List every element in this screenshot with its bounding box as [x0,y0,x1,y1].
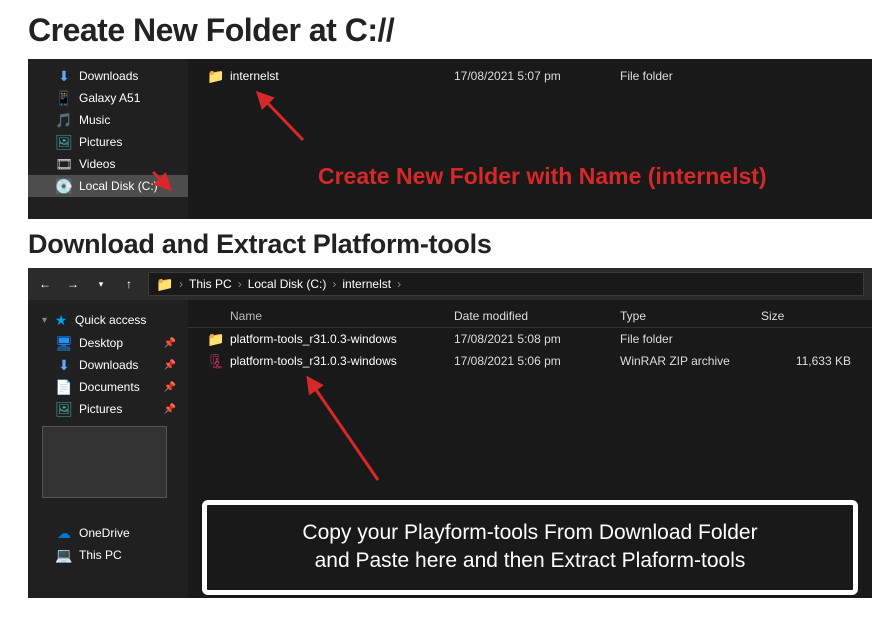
overlay-line: Copy your Playform-tools From Download F… [227,519,833,547]
forward-button[interactable]: → [64,275,82,293]
file-name: platform-tools_r31.0.3-windows [230,354,397,368]
heading-download-extract: Download and Extract Platform-tools [0,219,872,268]
sidebar-item-label: Galaxy A51 [79,91,140,105]
file-explorer-top: ⬇ Downloads 📱 Galaxy A51 🎵 Music 🖼 Pictures 🎞 Vid… [28,59,872,219]
sidebar-item-galaxy-a51[interactable]: 📱 Galaxy A51 [28,87,188,109]
pic-icon: 🖼 [56,134,72,150]
sidebar: ▾ ★ Quick access 🖥 Desktop 📌 ⬇ Downloads 📌 📄 Do… [28,300,188,598]
quick-access-header[interactable]: ▾ ★ Quick access [28,306,188,332]
annotation-overlay: Copy your Playform-tools From Download F… [202,500,858,595]
annotation-arrow-icon [298,370,388,490]
sidebar-item-label: Pictures [79,402,122,416]
col-name-header[interactable]: Name [230,309,262,323]
file-list-pane: Name Date modified Type Size 📁 platform-t… [188,300,872,598]
sidebar-item-label: Pictures [79,135,122,149]
annotation-arrow-icon [248,85,308,145]
chevron-right-icon: › [238,277,242,291]
pc-icon: 💻 [56,547,72,563]
col-size-header[interactable]: Size [761,309,784,323]
download-icon: ⬇ [56,68,72,84]
pic-icon: 🖼 [56,401,72,417]
sidebar-item-documents[interactable]: 📄 Documents 📌 [28,376,188,398]
file-date: 17/08/2021 5:06 pm [454,354,614,368]
video-icon: 🎞 [56,156,72,172]
file-row[interactable]: 📁 internelst 17/08/2021 5:07 pm File folder [188,65,872,87]
up-button[interactable]: ↑ [120,275,138,293]
chevron-right-icon: › [179,277,183,291]
file-type: File folder [620,69,755,83]
annotation-text: Create New Folder with Name (internelst) [318,163,767,190]
folder-icon: 📁 [208,68,224,84]
recent-dropdown-icon[interactable]: ▾ [92,275,110,293]
pin-icon: 📌 [164,382,182,393]
breadcrumb-segment[interactable]: This PC [189,277,232,291]
file-name: internelst [230,69,279,83]
sidebar-item-label: Music [79,113,110,127]
file-row[interactable]: 📁 platform-tools_r31.0.3-windows 17/08/202… [188,328,872,350]
col-type-header[interactable]: Type [620,309,646,323]
sidebar-item-onedrive[interactable]: ☁ OneDrive [28,522,188,544]
star-icon: ★ [53,312,69,328]
sidebar-item-label: This PC [79,548,122,562]
column-headers: Name Date modified Type Size [188,300,872,328]
file-row[interactable]: 🗜 platform-tools_r31.0.3-windows 17/08/202… [188,350,872,372]
sidebar-item-label: Desktop [79,336,123,350]
sidebar-item-downloads[interactable]: ⬇ Downloads 📌 [28,354,188,376]
drive-icon: 💽 [56,178,72,194]
breadcrumb[interactable]: 📁 › This PC › Local Disk (C:) › internel… [148,272,864,296]
sidebar-item-label: Documents [79,380,140,394]
zip-icon: 🗜 [208,353,224,369]
file-explorer-bottom: ← → ▾ ↑ 📁 › This PC › Local Disk (C:) › … [28,268,872,598]
file-size: 11,633 KB [761,354,851,368]
breadcrumb-segment[interactable]: internelst [342,277,391,291]
sidebar-item-music[interactable]: 🎵 Music [28,109,188,131]
back-button[interactable]: ← [36,275,54,293]
annotation-arrow-icon [148,167,178,197]
sidebar-item-downloads[interactable]: ⬇ Downloads [28,65,188,87]
file-date: 17/08/2021 5:08 pm [454,332,614,346]
pin-icon: 📌 [164,338,182,349]
chevron-down-icon: ▾ [42,315,47,326]
sidebar-item-label: Videos [79,157,115,171]
file-type: WinRAR ZIP archive [620,354,755,368]
sidebar-item-this-pc[interactable]: 💻 This PC [28,544,188,566]
file-list-pane: 📁 internelst 17/08/2021 5:07 pm File folder… [188,59,872,219]
preview-thumbnail [42,426,167,498]
doc-icon: 📄 [56,379,72,395]
onedrive-icon: ☁ [56,525,72,541]
sidebar-item-label: Downloads [79,358,138,372]
nav-toolbar: ← → ▾ ↑ 📁 › This PC › Local Disk (C:) › … [28,268,872,300]
file-type: File folder [620,332,755,346]
folder-icon: 📁 [208,331,224,347]
music-icon: 🎵 [56,112,72,128]
chevron-right-icon: › [397,277,401,291]
overlay-line: and Paste here and then Extract Plaform-… [227,547,833,575]
chevron-right-icon: › [332,277,336,291]
pin-icon: 📌 [164,404,182,415]
sidebar-item-pictures[interactable]: 🖼 Pictures 📌 [28,398,188,420]
sidebar-item-pictures[interactable]: 🖼 Pictures [28,131,188,153]
col-date-header[interactable]: Date modified [454,309,528,323]
heading-create-folder: Create New Folder at C:// [0,0,872,59]
folder-icon: 📁 [157,276,173,292]
sidebar-item-label: OneDrive [79,526,130,540]
phone-icon: 📱 [56,90,72,106]
sidebar-item-desktop[interactable]: 🖥 Desktop 📌 [28,332,188,354]
desktop-icon: 🖥 [56,335,72,351]
sidebar-item-label: Local Disk (C:) [79,179,158,193]
file-date: 17/08/2021 5:07 pm [454,69,614,83]
file-name: platform-tools_r31.0.3-windows [230,332,397,346]
quick-access-label: Quick access [75,313,146,327]
pin-icon: 📌 [164,360,182,371]
download-icon: ⬇ [56,357,72,373]
sidebar-item-label: Downloads [79,69,138,83]
breadcrumb-segment[interactable]: Local Disk (C:) [248,277,327,291]
